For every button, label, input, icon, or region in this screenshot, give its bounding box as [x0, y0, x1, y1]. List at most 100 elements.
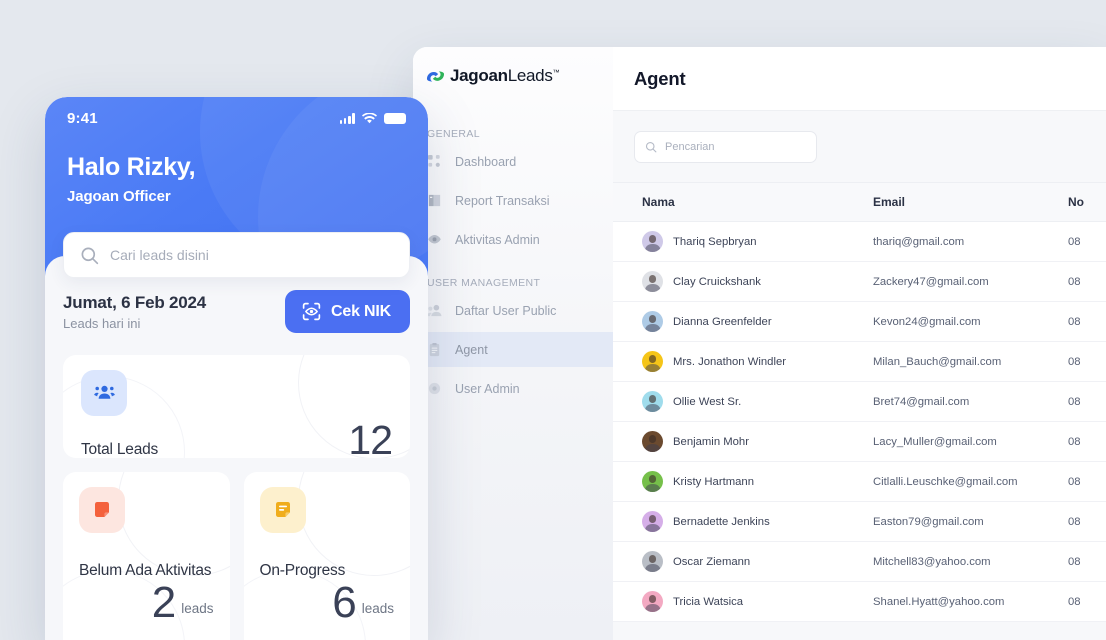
greeting-title: Halo Rizky, — [67, 153, 196, 181]
agent-name: Tricia Watsica — [673, 595, 744, 608]
agents-table: Nama Email No Thariq Sepbryan thariq@gmai… — [613, 182, 1106, 622]
column-header-no[interactable]: No — [1068, 182, 1106, 222]
avatar — [642, 311, 663, 332]
note-icon — [95, 502, 109, 517]
table-row[interactable]: Tricia Watsica Shanel.Hyatt@yahoo.com 08 — [613, 581, 1106, 622]
mobile-search-input[interactable]: Cari leads disini — [63, 232, 410, 278]
stat-card-belum-ada-aktivitas[interactable]: Belum Ada Aktivitas 2 leads — [63, 472, 230, 640]
search-zone: Pencarian — [613, 111, 1106, 163]
sidebar-item-report-transaksi[interactable]: Report Transaksi — [413, 183, 613, 218]
cell-no: 08 — [1068, 261, 1106, 302]
cell-email: Mitchell83@yahoo.com — [873, 541, 1068, 582]
cell-no: 08 — [1068, 461, 1106, 502]
cell-email: Bret74@gmail.com — [873, 381, 1068, 422]
cell-no: 08 — [1068, 301, 1106, 342]
stat-card-value: 12 — [348, 417, 393, 458]
cek-nik-button[interactable]: Cek NIK — [285, 290, 410, 333]
cell-no: 08 — [1068, 221, 1106, 262]
stat-card-icon-tile — [259, 487, 306, 533]
table-row[interactable]: Oscar Ziemann Mitchell83@yahoo.com 08 — [613, 541, 1106, 582]
table-row[interactable]: Clay Cruickshank Zackery47@gmail.com 08 — [613, 261, 1106, 302]
stat-cards: Total Leads 12 Belum Ada Aktivitas 2 lea… — [63, 355, 410, 640]
column-header-email[interactable]: Email — [873, 182, 1068, 222]
cell-nama: Benjamin Mohr — [613, 421, 873, 462]
table-row[interactable]: Ollie West Sr. Bret74@gmail.com 08 — [613, 381, 1106, 422]
logo-text: JagoanLeads™ — [450, 66, 560, 86]
sidebar-item-label: Report Transaksi — [455, 193, 550, 208]
greeting-role: Jagoan Officer — [67, 188, 171, 205]
search-input[interactable]: Pencarian — [634, 131, 817, 163]
pagination: Menampilkan 10 Dari 200 Data — [613, 622, 1106, 640]
sidebar-item-label: User Admin — [455, 381, 520, 396]
signal-bars-icon — [339, 113, 355, 124]
avatar — [642, 271, 663, 292]
cell-no: 08 — [1068, 541, 1106, 582]
table-row[interactable]: Benjamin Mohr Lacy_Muller@gmail.com 08 — [613, 421, 1106, 462]
agent-name: Clay Cruickshank — [673, 275, 761, 288]
nav-section-general: GENERAL — [427, 128, 480, 140]
stat-card-value-row: 6 leads — [260, 581, 394, 625]
table-row[interactable]: Dianna Greenfelder Kevon24@gmail.com 08 — [613, 301, 1106, 342]
search-placeholder: Pencarian — [665, 141, 715, 153]
mobile-search-placeholder: Cari leads disini — [110, 247, 209, 263]
cell-nama: Oscar Ziemann — [613, 541, 873, 582]
avatar — [642, 551, 663, 572]
logo-trademark: ™ — [552, 69, 560, 77]
sidebar-item-label: Aktivitas Admin — [455, 232, 540, 247]
agent-name: Thariq Sepbryan — [673, 235, 757, 248]
table-body: Thariq Sepbryan thariq@gmail.com 08 Clay Cr… — [613, 221, 1106, 622]
stat-card-on-progress[interactable]: On-Progress 6 leads — [243, 472, 410, 640]
cell-nama: Thariq Sepbryan — [613, 221, 873, 262]
logo-brand-bold: Jagoan — [450, 66, 508, 85]
sidebar-item-agent[interactable]: Agent — [413, 332, 613, 367]
cell-no: 08 — [1068, 341, 1106, 382]
swoosh-logo-icon — [426, 70, 445, 81]
stat-card-unit: leads — [361, 601, 394, 617]
sidebar-item-daftar-user-public[interactable]: Daftar User Public — [413, 293, 613, 328]
cell-email: Easton79@gmail.com — [873, 501, 1068, 542]
date-block: Jumat, 6 Feb 2024 Leads hari ini — [63, 293, 206, 331]
sidebar-item-aktivitas-admin[interactable]: Aktivitas Admin — [413, 222, 613, 257]
stat-card-label: Total Leads — [81, 440, 159, 458]
date-subtitle: Leads hari ini — [63, 315, 141, 331]
nav-section-user-management: USER MANAGEMENT — [427, 277, 541, 289]
cell-email: Kevon24@gmail.com — [873, 301, 1068, 342]
sidebar-item-user-admin[interactable]: User Admin — [413, 371, 613, 406]
cell-email: Milan_Bauch@gmail.com — [873, 341, 1068, 382]
stat-card-unit: leads — [181, 601, 214, 617]
cek-nik-label: Cek NIK — [331, 302, 391, 320]
table-row[interactable]: Mrs. Jonathon Windler Milan_Bauch@gmail.c… — [613, 341, 1106, 382]
agent-name: Bernadette Jenkins — [673, 515, 770, 528]
sidebar-item-label: Daftar User Public — [455, 303, 557, 318]
agent-name: Ollie West Sr. — [673, 395, 742, 408]
status-time: 9:41 — [67, 110, 98, 127]
avatar — [642, 591, 663, 612]
stat-card-value: 2 — [151, 577, 177, 627]
cell-no: 08 — [1068, 421, 1106, 462]
scan-eye-icon — [302, 302, 321, 321]
cell-no: 08 — [1068, 381, 1106, 422]
phone-mockup: 9:41 Halo Rizky, Jagoan Officer Cari lea… — [45, 97, 428, 640]
agent-name: Oscar Ziemann — [673, 555, 751, 568]
avatar — [642, 471, 663, 492]
stat-card-label: On-Progress — [259, 562, 346, 579]
note-lines-icon — [275, 502, 290, 517]
sidebar-item-dashboard[interactable]: Dashboard — [413, 144, 613, 179]
cell-nama: Dianna Greenfelder — [613, 301, 873, 342]
phone-body: Cari leads disini Jumat, 6 Feb 2024 Lead… — [45, 232, 428, 640]
stat-card-total-leads[interactable]: Total Leads 12 — [63, 355, 410, 458]
page-title: Agent — [634, 67, 686, 89]
main-content: Agent Pencarian Nama Email No Thariq Sep… — [613, 47, 1106, 640]
eye-icon — [428, 235, 441, 244]
sidebar: JagoanLeads™ GENERAL Dashboard Report Tr… — [413, 47, 613, 640]
dashboard-window: JagoanLeads™ GENERAL Dashboard Report Tr… — [413, 47, 1106, 640]
avatar — [642, 431, 663, 452]
column-header-nama[interactable]: Nama — [613, 182, 873, 222]
table-header-row: Nama Email No — [613, 182, 1106, 222]
table-row[interactable]: Kristy Hartmann Citlalli.Leuschke@gmail.c… — [613, 461, 1106, 502]
app-logo[interactable]: JagoanLeads™ — [413, 47, 613, 86]
table-row[interactable]: Bernadette Jenkins Easton79@gmail.com 08 — [613, 501, 1106, 542]
cell-email: Lacy_Muller@gmail.com — [873, 421, 1068, 462]
stat-card-label: Belum Ada Aktivitas — [79, 562, 212, 579]
table-row[interactable]: Thariq Sepbryan thariq@gmail.com 08 — [613, 221, 1106, 262]
